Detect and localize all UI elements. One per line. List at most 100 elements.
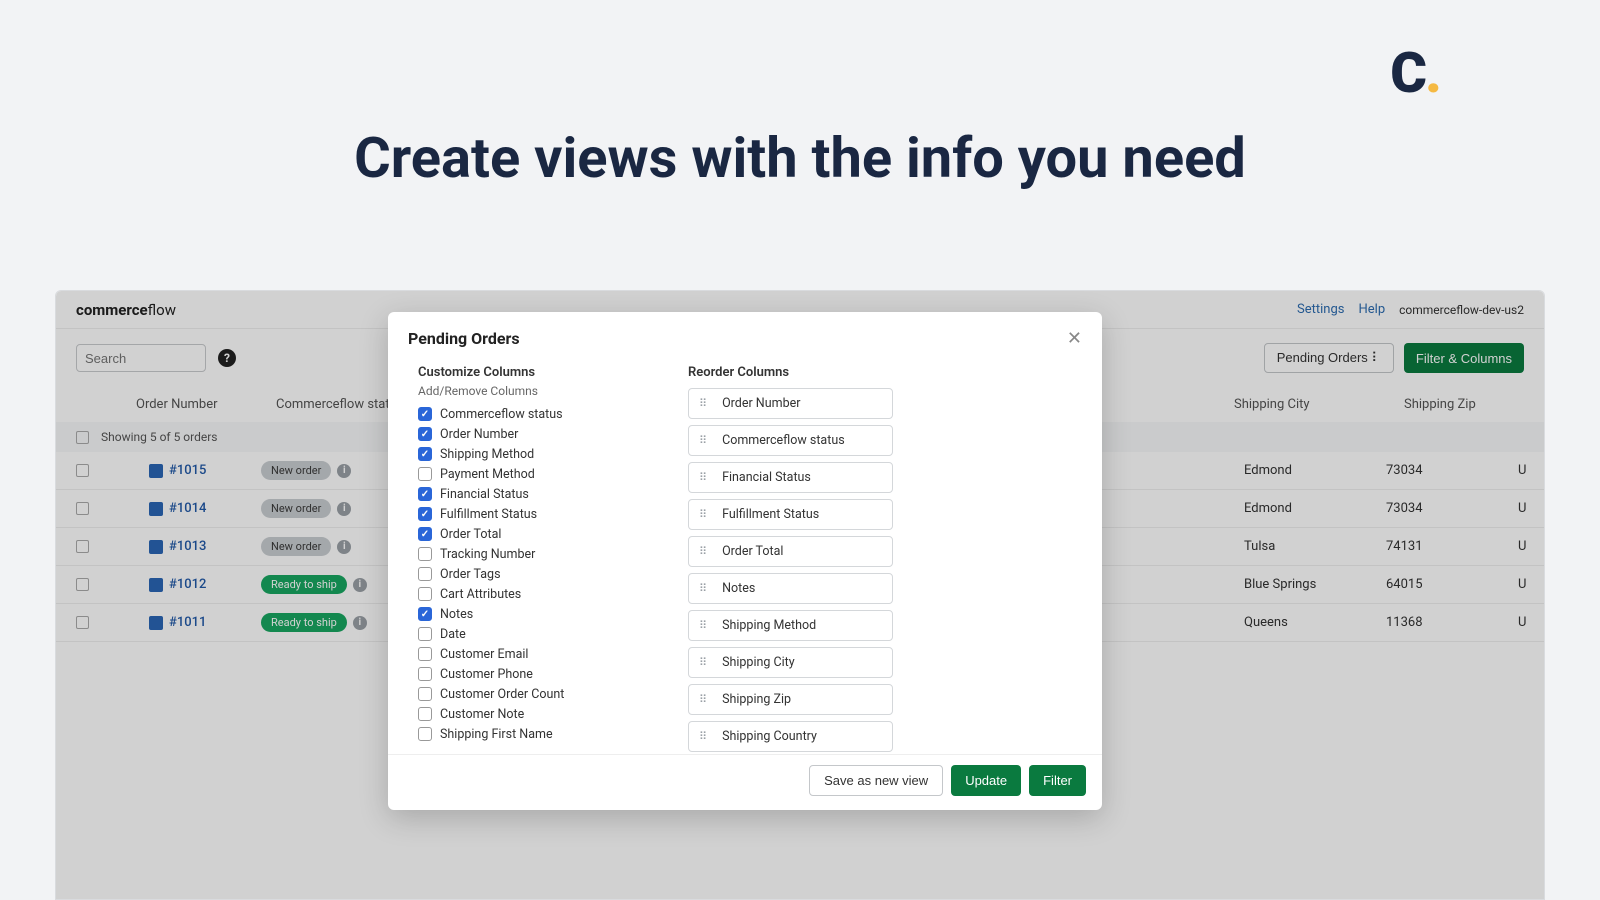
column-label: Fulfillment Status [440, 507, 537, 522]
reorder-columns-panel: Reorder Columns ⠿ Order Number ⠿ Commerc… [688, 365, 893, 744]
reorder-item[interactable]: ⠿ Shipping City [688, 647, 893, 678]
reorder-label: Shipping Method [722, 618, 816, 633]
column-checkbox-row[interactable]: ✓ Shipping Method [418, 444, 648, 464]
reorder-label: Commerceflow status [722, 433, 845, 448]
column-checkbox-row[interactable]: ✓ Fulfillment Status [418, 504, 648, 524]
drag-handle-icon[interactable]: ⠿ [699, 586, 708, 591]
reorder-label: Order Total [722, 544, 783, 559]
brand-logo-corner: C. [1390, 40, 1440, 106]
column-checkbox-row[interactable]: Payment Method [418, 464, 648, 484]
update-button[interactable]: Update [951, 765, 1021, 796]
column-checkbox-row[interactable]: Date [418, 624, 648, 644]
checkbox-icon[interactable] [418, 647, 432, 661]
hero-title: Create views with the info you need [0, 125, 1600, 191]
add-remove-label: Add/Remove Columns [418, 384, 648, 398]
reorder-label: Financial Status [722, 470, 811, 485]
column-label: Order Number [440, 427, 518, 442]
drag-handle-icon[interactable]: ⠿ [699, 734, 708, 739]
column-label: Shipping Method [440, 447, 534, 462]
column-label: Financial Status [440, 487, 529, 502]
reorder-item[interactable]: ⠿ Order Total [688, 536, 893, 567]
column-checkbox-row[interactable]: ✓ Notes [418, 604, 648, 624]
reorder-label: Order Number [722, 396, 800, 411]
column-checkbox-row[interactable]: Customer Phone [418, 664, 648, 684]
reorder-label: Notes [722, 581, 755, 596]
reorder-item[interactable]: ⠿ Financial Status [688, 462, 893, 493]
column-checkboxes: ✓ Commerceflow status ✓ Order Number ✓ S… [418, 404, 648, 744]
checkbox-icon[interactable]: ✓ [418, 507, 432, 521]
checkbox-icon[interactable]: ✓ [418, 447, 432, 461]
customize-columns-panel: Customize Columns Add/Remove Columns ✓ C… [418, 365, 648, 744]
column-label: Notes [440, 607, 473, 622]
reorder-list: ⠿ Order Number ⠿ Commerceflow status ⠿ F… [688, 388, 893, 754]
reorder-label: Shipping Country [722, 729, 817, 744]
reorder-item[interactable]: ⠿ Notes [688, 573, 893, 604]
checkbox-icon[interactable] [418, 727, 432, 741]
column-checkbox-row[interactable]: Customer Order Count [418, 684, 648, 704]
column-checkbox-row[interactable]: Order Tags [418, 564, 648, 584]
reorder-item[interactable]: ⠿ Order Number [688, 388, 893, 419]
checkbox-icon[interactable] [418, 467, 432, 481]
column-label: Customer Note [440, 707, 524, 722]
reorder-item[interactable]: ⠿ Shipping Zip [688, 684, 893, 715]
column-label: Customer Order Count [440, 687, 564, 702]
reorder-item[interactable]: ⠿ Shipping Method [688, 610, 893, 641]
reorder-label: Shipping Zip [722, 692, 791, 707]
filter-columns-modal: Pending Orders ✕ Customize Columns Add/R… [388, 312, 1102, 810]
close-icon[interactable]: ✕ [1067, 328, 1082, 349]
modal-header: Pending Orders ✕ [388, 312, 1102, 359]
drag-handle-icon[interactable]: ⠿ [699, 512, 708, 517]
checkbox-icon[interactable] [418, 667, 432, 681]
checkbox-icon[interactable] [418, 687, 432, 701]
column-label: Commerceflow status [440, 407, 563, 422]
save-as-new-view-button[interactable]: Save as new view [809, 765, 943, 796]
column-label: Date [440, 627, 466, 642]
checkbox-icon[interactable]: ✓ [418, 487, 432, 501]
reorder-item[interactable]: ⠿ Shipping Country [688, 721, 893, 752]
drag-handle-icon[interactable]: ⠿ [699, 438, 708, 443]
column-label: Customer Phone [440, 667, 533, 682]
drag-handle-icon[interactable]: ⠿ [699, 697, 708, 702]
column-label: Order Total [440, 527, 501, 542]
checkbox-icon[interactable] [418, 587, 432, 601]
checkbox-icon[interactable]: ✓ [418, 527, 432, 541]
modal-body: Customize Columns Add/Remove Columns ✓ C… [388, 359, 1102, 754]
logo-letter: C [1390, 40, 1425, 106]
customize-columns-title: Customize Columns [418, 365, 648, 380]
column-checkbox-row[interactable]: Shipping First Name [418, 724, 648, 744]
reorder-columns-title: Reorder Columns [688, 365, 893, 380]
column-checkbox-row[interactable]: ✓ Financial Status [418, 484, 648, 504]
filter-button[interactable]: Filter [1029, 765, 1086, 796]
column-checkbox-row[interactable]: Customer Email [418, 644, 648, 664]
checkbox-icon[interactable] [418, 547, 432, 561]
checkbox-icon[interactable]: ✓ [418, 407, 432, 421]
column-checkbox-row[interactable]: Tracking Number [418, 544, 648, 564]
column-label: Payment Method [440, 467, 535, 482]
checkbox-icon[interactable] [418, 707, 432, 721]
logo-dot: . [1425, 40, 1440, 106]
reorder-label: Shipping City [722, 655, 795, 670]
column-checkbox-row[interactable]: ✓ Order Number [418, 424, 648, 444]
drag-handle-icon[interactable]: ⠿ [699, 623, 708, 628]
modal-title: Pending Orders [408, 329, 520, 348]
reorder-item[interactable]: ⠿ Commerceflow status [688, 425, 893, 456]
column-label: Tracking Number [440, 547, 535, 562]
checkbox-icon[interactable] [418, 567, 432, 581]
drag-handle-icon[interactable]: ⠿ [699, 549, 708, 554]
checkbox-icon[interactable]: ✓ [418, 607, 432, 621]
column-label: Cart Attributes [440, 587, 521, 602]
column-checkbox-row[interactable]: ✓ Commerceflow status [418, 404, 648, 424]
drag-handle-icon[interactable]: ⠿ [699, 660, 708, 665]
drag-handle-icon[interactable]: ⠿ [699, 475, 708, 480]
column-checkbox-row[interactable]: Customer Note [418, 704, 648, 724]
drag-handle-icon[interactable]: ⠿ [699, 401, 708, 406]
reorder-item[interactable]: ⠿ Fulfillment Status [688, 499, 893, 530]
checkbox-icon[interactable]: ✓ [418, 427, 432, 441]
modal-footer: Save as new view Update Filter [388, 754, 1102, 810]
column-checkbox-row[interactable]: ✓ Order Total [418, 524, 648, 544]
checkbox-icon[interactable] [418, 627, 432, 641]
reorder-label: Fulfillment Status [722, 507, 819, 522]
column-checkbox-row[interactable]: Cart Attributes [418, 584, 648, 604]
column-label: Customer Email [440, 647, 528, 662]
column-label: Order Tags [440, 567, 501, 582]
